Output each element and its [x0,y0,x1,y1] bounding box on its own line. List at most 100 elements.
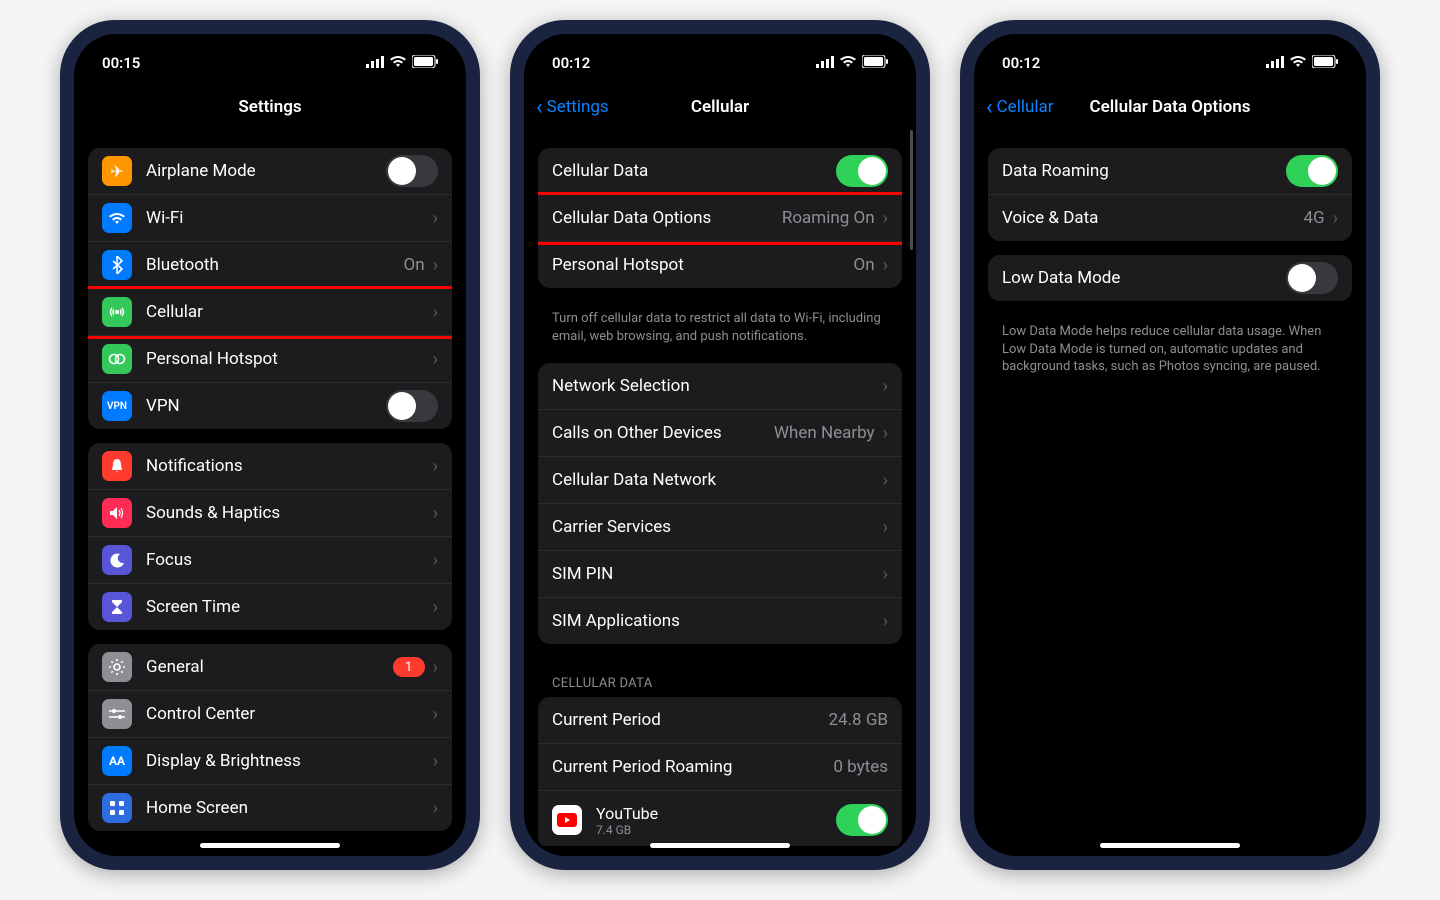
notch [185,34,355,62]
airplane-toggle[interactable] [386,155,438,187]
nav-bar: Settings [74,84,466,130]
row-airplane-mode[interactable]: ✈︎ Airplane Mode [88,148,452,195]
text-size-icon: AA [102,746,132,776]
scrollbar[interactable] [910,130,913,250]
row-current-period-roaming[interactable]: Current Period Roaming 0 bytes [538,744,902,791]
row-label: Notifications [146,456,433,476]
row-control-center[interactable]: Control Center › [88,691,452,738]
vpn-toggle[interactable] [386,390,438,422]
cellular-main-group: Cellular Data Cellular Data Options Roam… [538,148,902,288]
chevron-right-icon: › [433,550,438,571]
row-personal-hotspot[interactable]: Personal Hotspot › [88,336,452,383]
row-vpn[interactable]: VPN VPN [88,383,452,429]
row-notifications[interactable]: Notifications › [88,443,452,490]
nav-bar: ‹ Settings Cellular [524,84,916,130]
row-bluetooth[interactable]: Bluetooth On › [88,242,452,289]
row-sounds-haptics[interactable]: Sounds & Haptics › [88,490,452,537]
page-title: Settings [238,97,301,117]
nav-bar: ‹ Cellular Cellular Data Options [974,84,1366,130]
notch [1085,34,1255,62]
row-label: Control Center [146,704,433,724]
row-calls-other-devices[interactable]: Calls on Other Devices When Nearby › [538,410,902,457]
content-scroll[interactable]: Data Roaming Voice & Data 4G › Low Data … [974,130,1366,846]
row-label: Display & Brightness [146,751,433,771]
back-button[interactable]: ‹ Cellular [986,95,1053,120]
row-label: Low Data Mode [1002,268,1286,288]
home-indicator[interactable] [650,843,790,848]
row-carrier-services[interactable]: Carrier Services › [538,504,902,551]
chevron-right-icon: › [433,751,438,772]
chevron-left-icon: ‹ [986,95,993,120]
status-time: 00:12 [1002,54,1040,72]
page-title: Cellular [691,97,749,117]
row-focus[interactable]: Focus › [88,537,452,584]
screen: 00:12 ‹ Cellular Cellular Data Options D… [974,34,1366,856]
home-indicator[interactable] [1100,843,1240,848]
row-label: Screen Time [146,597,433,617]
row-cellular-data-network[interactable]: Cellular Data Network › [538,457,902,504]
back-button[interactable]: ‹ Settings [536,95,609,120]
row-network-selection[interactable]: Network Selection › [538,363,902,410]
grid-icon [102,793,132,823]
content-scroll[interactable]: Cellular Data Cellular Data Options Roam… [524,130,916,846]
row-detail: On [404,255,425,275]
row-current-period[interactable]: Current Period 24.8 GB [538,697,902,744]
row-personal-hotspot[interactable]: Personal Hotspot On › [538,242,902,288]
chevron-right-icon: › [1333,208,1338,229]
row-voice-data[interactable]: Voice & Data 4G › [988,195,1352,241]
row-label: Cellular [146,302,433,322]
row-cellular[interactable]: Cellular › [88,289,452,336]
screen: 00:15 Settings ✈︎ Airplane Mode [74,34,466,856]
chevron-right-icon: › [883,423,888,444]
row-display-brightness[interactable]: AA Display & Brightness › [88,738,452,785]
chevron-right-icon: › [883,517,888,538]
chevron-right-icon: › [433,302,438,323]
back-label: Settings [547,97,609,117]
app-data-toggle[interactable] [836,804,888,836]
row-detail: On [854,255,875,275]
home-indicator[interactable] [200,843,340,848]
row-screen-time[interactable]: Screen Time › [88,584,452,630]
battery-icon [862,54,888,72]
row-detail: 24.8 GB [828,710,888,730]
notch [635,34,805,62]
app-name: YouTube [596,804,836,823]
row-label: Sounds & Haptics [146,503,433,523]
row-sim-pin[interactable]: SIM PIN › [538,551,902,598]
row-sim-applications[interactable]: SIM Applications › [538,598,902,644]
row-app-youtube[interactable]: YouTube 7.4 GB [538,791,902,846]
row-label: Wi-Fi [146,208,433,228]
row-home-screen[interactable]: Home Screen › [88,785,452,831]
row-cellular-data-options[interactable]: Cellular Data Options Roaming On › [538,195,902,242]
row-data-roaming[interactable]: Data Roaming [988,148,1352,195]
screen: 00:12 ‹ Settings Cellular Cellular Data [524,34,916,856]
chevron-right-icon: › [883,470,888,491]
data-roaming-toggle[interactable] [1286,155,1338,187]
row-label: Airplane Mode [146,161,386,181]
youtube-icon [552,805,582,835]
content-scroll[interactable]: ✈︎ Airplane Mode Wi-Fi › Bluetooth [74,130,466,846]
phone-cellular: 00:12 ‹ Settings Cellular Cellular Data [510,20,930,870]
gear-icon [102,652,132,682]
chevron-right-icon: › [433,597,438,618]
phone-cellular-data-options: 00:12 ‹ Cellular Cellular Data Options D… [960,20,1380,870]
row-label: Focus [146,550,433,570]
row-label: Voice & Data [1002,208,1303,228]
row-general[interactable]: General 1 › [88,644,452,691]
chevron-right-icon: › [883,376,888,397]
low-data-mode-toggle[interactable] [1286,262,1338,294]
wifi-icon [389,54,407,72]
row-wifi[interactable]: Wi-Fi › [88,195,452,242]
cellular-data-toggle[interactable] [836,155,888,187]
cellular-icon [102,297,132,327]
row-label: Current Period [552,710,828,730]
chevron-right-icon: › [883,208,888,229]
section-header: CELLULAR DATA [538,658,902,697]
row-cellular-data[interactable]: Cellular Data [538,148,902,195]
row-label: Cellular Data [552,161,836,181]
back-label: Cellular [997,97,1054,117]
row-low-data-mode[interactable]: Low Data Mode [988,255,1352,301]
status-icons [1266,54,1338,72]
chevron-right-icon: › [433,503,438,524]
chevron-right-icon: › [433,657,438,678]
